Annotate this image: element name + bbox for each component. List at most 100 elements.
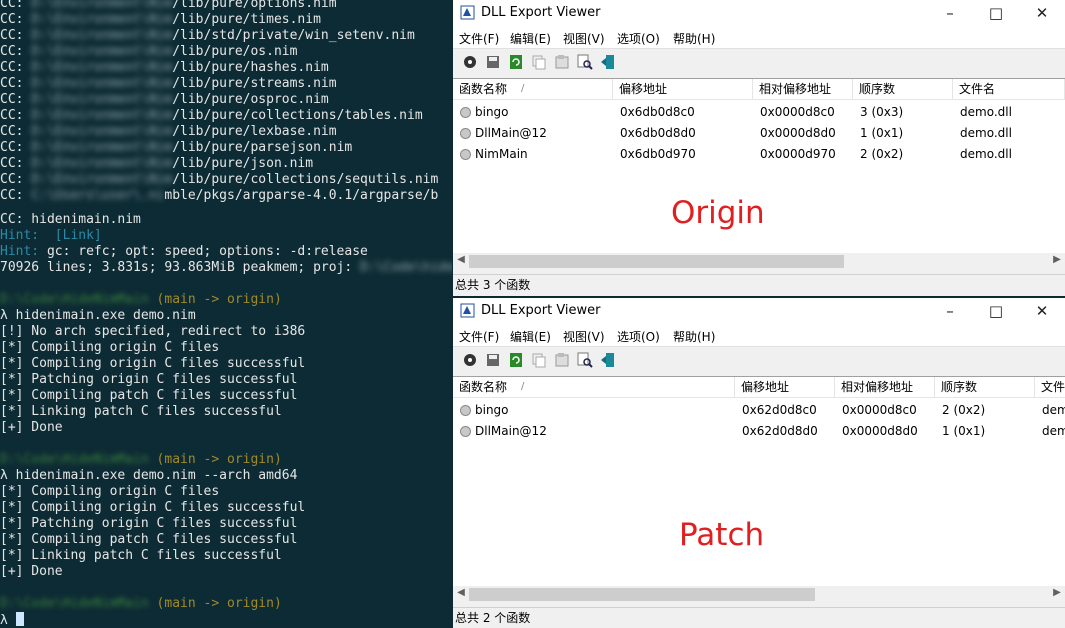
toolbar-exit-icon[interactable] [600,352,616,368]
menu-options[interactable]: 选项(O) [617,30,660,47]
hint-link-line: Hint: [Link] [0,228,102,244]
horizontal-scrollbar[interactable]: ◀ ▶ [453,253,1065,270]
menu-file[interactable]: 文件(F) [459,328,499,345]
stats-line: 70926 lines; 3.831s; 93.863MiB peakmem; … [0,260,452,276]
menu-help[interactable]: 帮助(H) [673,30,715,47]
output-line: [*] Compiling origin C files [0,340,220,355]
cell-relative-address: 0x0000d8c0 [760,105,835,119]
toolbar-properties-icon[interactable] [554,352,570,368]
menu-view[interactable]: 视图(V) [563,328,605,345]
menu-file[interactable]: 文件(F) [459,30,499,47]
input-line[interactable]: λ [0,612,24,628]
scroll-thumb[interactable] [469,588,815,601]
sort-asc-icon: / [521,381,525,392]
compile-line: CC: D:\Environment\Nim/lib/std/private/w… [0,28,415,44]
app-icon [460,303,475,318]
compile-line: CC: D:\Environment\Nim/lib/pure/osproc.n… [0,92,329,108]
col-header-filename[interactable]: 文件名 [953,79,1065,99]
title-bar[interactable]: DLL Export Viewer – □ ✕ [453,298,1065,324]
export-list[interactable]: 函数名称 / 偏移地址 相对偏移地址 顺序数 文件名 bingo 0x6db0d8c… [453,78,1065,270]
scroll-right-icon[interactable]: ▶ [1050,587,1064,598]
prompt-char: λ [0,613,8,628]
toolbar-refresh-icon[interactable] [508,352,524,368]
output-line: [*] Compiling patch C files successful [0,532,298,547]
menu-view[interactable]: 视图(V) [563,30,605,47]
maximize-icon[interactable]: □ [973,298,1019,324]
table-row[interactable]: bingo 0x6db0d8c0 0x0000d8c0 3 (0x3) demo.dll [453,102,1065,123]
cc-hidenimain-line: CC: hidenimain.nim [0,212,141,227]
toolbar-save-icon[interactable] [485,54,501,70]
toolbar-properties-icon[interactable] [554,54,570,70]
menu-edit[interactable]: 编辑(E) [510,30,551,47]
minimize-icon[interactable]: – [927,298,973,324]
col-header-ordinal[interactable]: 顺序数 [853,79,953,99]
col-header-function-name[interactable]: 函数名称 / [453,377,735,397]
hint-link-text: [Link] [39,228,102,243]
scroll-thumb[interactable] [469,255,844,268]
export-list[interactable]: 函数名称 / 偏移地址 相对偏移地址 顺序数 文件 bingo 0x62d0d8c0… [453,376,1065,588]
toolbar-find-icon[interactable] [577,352,593,368]
col-header-relative-address[interactable]: 相对偏移地址 [753,79,853,99]
cell-filename: dem [1042,403,1065,417]
title-bar[interactable]: DLL Export Viewer – □ ✕ [453,0,1065,26]
cc-prefix: CC: [0,0,32,11]
close-icon[interactable]: ✕ [1019,0,1065,26]
cell-address: 0x62d0d8c0 [742,403,817,417]
compile-line: CC: D:\Environment\Nim/lib/pure/hashes.n… [0,60,329,76]
cc-prefix: CC: [0,172,32,187]
scroll-left-icon[interactable]: ◀ [454,587,468,598]
toolbar-exit-icon[interactable] [600,54,616,70]
toolbar-copy-icon[interactable] [531,54,547,70]
minimize-icon[interactable]: – [927,0,973,26]
file-path: /lib/pure/osproc.nim [172,92,329,107]
cell-address: 0x6db0d8d0 [620,126,696,140]
command-line: λ hidenimain.exe demo.nim [0,308,196,323]
menu-options[interactable]: 选项(O) [617,328,660,345]
cell-function-name: bingo [475,403,509,417]
table-row[interactable]: bingo 0x62d0d8c0 0x0000d8c0 2 (0x2) dem [453,400,1065,421]
menu-help[interactable]: 帮助(H) [673,328,715,345]
blurred-path: C:\Users\user\.ni [31,188,165,203]
file-path: /lib/pure/collections/tables.nim [172,108,423,123]
scroll-right-icon[interactable]: ▶ [1050,254,1064,265]
col-header-address[interactable]: 偏移地址 [735,377,835,397]
cell-ordinal: 1 (0x1) [860,126,904,140]
toolbar-refresh-icon[interactable] [508,54,524,70]
toolbar-copy-icon[interactable] [531,352,547,368]
dll-export-viewer-origin-window[interactable]: DLL Export Viewer – □ ✕ 文件(F) 编辑(E) 视图(V… [453,0,1065,296]
toolbar-find-icon[interactable] [577,54,593,70]
col-header-address[interactable]: 偏移地址 [613,79,753,99]
dll-export-viewer-patch-window[interactable]: DLL Export Viewer – □ ✕ 文件(F) 编辑(E) 视图(V… [453,298,1065,628]
terminal-window[interactable]: CC: D:\Environment\Nim/lib/pure/options.… [0,0,452,628]
cell-relative-address: 0x0000d8d0 [760,126,836,140]
table-row[interactable]: DllMain@12 0x6db0d8d0 0x0000d8d0 1 (0x1) dem… [453,123,1065,144]
maximize-icon[interactable]: □ [973,0,1019,26]
table-row[interactable]: NimMain 0x6db0d970 0x0000d970 2 (0x2) demo.d… [453,144,1065,165]
toolbar-save-icon[interactable] [485,352,501,368]
prompt-line: D:\Code\HideNimMain (main -> origin) [0,596,282,612]
col-header-ordinal[interactable]: 顺序数 [935,377,1035,397]
col-header-filename[interactable]: 文件 [1035,377,1065,397]
output-line: [*] Compiling origin C files successful [0,500,306,515]
compile-line: CC: D:\Environment\Nim/lib/pure/parsejso… [0,140,352,156]
row-status-icon [460,128,471,139]
stats-blurred-path: D:\Code\hidenimain [360,260,452,275]
toolbar-open-icon[interactable] [462,54,478,70]
table-row[interactable]: DllMain@12 0x62d0d8d0 0x0000d8d0 1 (0x1) dem [453,421,1065,442]
blurred-path: D:\Environment\Nim [31,60,173,75]
col-header-relative-address[interactable]: 相对偏移地址 [835,377,935,397]
blurred-path: D:\Environment\Nim [31,76,173,91]
cell-ordinal: 3 (0x3) [860,105,904,119]
cc-prefix: CC: [0,140,32,155]
scroll-left-icon[interactable]: ◀ [454,254,468,265]
cell-filename: demo.dll [960,126,1012,140]
close-icon[interactable]: ✕ [1019,298,1065,324]
toolbar-open-icon[interactable] [462,352,478,368]
menu-edit[interactable]: 编辑(E) [510,328,551,345]
col-header-function-name[interactable]: 函数名称 / [453,79,613,99]
list-header: 函数名称 / 偏移地址 相对偏移地址 顺序数 文件名 [453,79,1065,100]
horizontal-scrollbar[interactable]: ◀ ▶ [453,586,1065,603]
blurred-path: D:\Environment\Nim [31,108,173,123]
compile-line: CC: D:\Environment\Nim/lib/pure/times.ni… [0,12,321,28]
blurred-path: D:\Environment\Nim [31,124,173,139]
